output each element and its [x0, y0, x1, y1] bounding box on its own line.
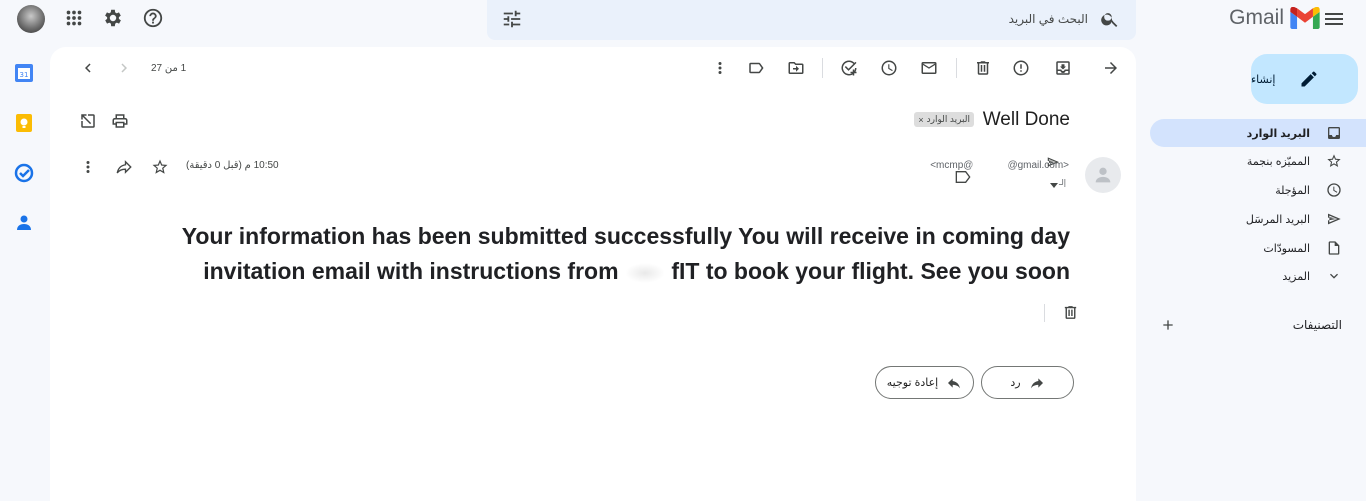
more-vert-icon[interactable] [79, 158, 97, 176]
inbox-icon [1328, 127, 1340, 139]
forward-button[interactable]: إعادة توجيه [875, 366, 974, 399]
tasks-icon[interactable] [14, 163, 34, 183]
more-vert-icon[interactable] [711, 59, 729, 77]
remove-label-icon[interactable]: × [918, 115, 923, 125]
email-subject: Well Done [982, 109, 1070, 130]
contacts-icon[interactable] [14, 213, 34, 233]
sidebar-item-label: المزيد [1282, 270, 1310, 283]
pencil-icon [1301, 71, 1317, 87]
search-input[interactable]: البحث في البريد [1009, 12, 1088, 26]
star-icon [1327, 154, 1341, 167]
app-name: Gmail [1229, 6, 1284, 29]
chevron-down-icon [1330, 273, 1338, 279]
labels-heading: التصنيفات [1292, 318, 1342, 332]
newer-chevron-icon[interactable] [115, 59, 133, 77]
sender-email-start: <mcmp@ [930, 160, 974, 171]
keep-icon[interactable] [14, 113, 34, 133]
forward-label: إعادة توجيه [886, 377, 939, 389]
reply-arrow-icon [1030, 377, 1043, 388]
print-icon[interactable] [111, 112, 129, 130]
sidebar-item-inbox[interactable]: البريد الوارد [1150, 119, 1366, 147]
tune-icon[interactable] [501, 8, 523, 30]
open-new-window-icon[interactable] [79, 112, 97, 130]
sidebar-item-snoozed[interactable]: المؤجلة [1150, 176, 1366, 204]
snooze-icon[interactable] [880, 59, 898, 77]
sender-email-end: @gmail.com> [1007, 160, 1069, 171]
inbox-label-chip[interactable]: البريد الوارد × [914, 112, 974, 127]
help-icon[interactable] [142, 7, 166, 31]
compose-label: إنشاء [1251, 73, 1276, 86]
reply-icon[interactable] [115, 158, 133, 176]
sidebar-item-label: المميّزه بنجمة [1246, 155, 1310, 168]
account-avatar[interactable] [17, 5, 45, 33]
body-line-2-start: invitation email with instructions from [203, 258, 619, 284]
email-timestamp: 10:50 م (قبل 0 دقيقة) [186, 160, 279, 171]
gmail-logo[interactable]: Gmail [1224, 5, 1320, 31]
add-to-tasks-icon[interactable] [840, 59, 858, 77]
body-line-2-end: fIT to book your flight. See you soon [671, 258, 1070, 284]
recipient-line: إلـ [1058, 178, 1066, 187]
forward-arrow-icon [948, 377, 961, 388]
add-label-icon[interactable] [1160, 317, 1176, 333]
older-chevron-icon[interactable] [79, 59, 97, 77]
sidebar-item-label: البريد الوارد [1246, 127, 1310, 140]
clock-icon [1327, 183, 1341, 197]
reply-label: رد [1010, 377, 1021, 389]
report-spam-icon[interactable] [1012, 59, 1030, 77]
redacted-text [624, 262, 665, 283]
back-arrow-icon[interactable] [1102, 59, 1120, 77]
apps-icon[interactable] [63, 7, 87, 31]
settings-icon[interactable] [102, 7, 126, 31]
delete-icon[interactable] [974, 59, 992, 77]
move-to-icon[interactable] [787, 59, 805, 77]
recipient-details-dropdown-icon[interactable] [1049, 180, 1059, 190]
delete-icon[interactable] [1062, 304, 1080, 322]
compose-button[interactable]: إنشاء [1251, 54, 1358, 104]
svg-text:31: 31 [20, 71, 29, 79]
body-line-1: Your information has been submitted succ… [181, 223, 1070, 249]
body-line-2: invitation email with instructions from … [110, 254, 1070, 289]
send-icon [1328, 213, 1341, 225]
sidebar-item-sent[interactable]: البريد المرسَل [1150, 205, 1366, 233]
main-menu-icon[interactable] [1322, 7, 1346, 31]
sidebar-item-label: المؤجلة [1275, 184, 1310, 197]
draft-icon [1328, 241, 1340, 255]
sidebar-item-label: المسودّات [1263, 242, 1310, 255]
calendar-icon[interactable]: 31 [14, 63, 34, 83]
sender-email[interactable]: <mcmp@ @gmail.com> [930, 160, 1069, 171]
move-to-inbox-icon[interactable] [1054, 59, 1072, 77]
sender-avatar[interactable] [1085, 157, 1121, 193]
divider [1044, 304, 1045, 322]
label-important-icon[interactable] [955, 171, 971, 183]
email-body: Your information has been submitted succ… [110, 219, 1070, 289]
toolbar-divider [956, 58, 957, 78]
sidebar-item-more[interactable]: المزيد [1150, 262, 1366, 290]
search-icon[interactable] [1100, 9, 1120, 29]
toolbar-divider [822, 58, 823, 78]
label-icon[interactable] [747, 59, 765, 77]
reply-button[interactable]: رد [981, 366, 1074, 399]
mark-unread-icon[interactable] [920, 59, 938, 77]
pager-count: 1 من 27 [151, 63, 187, 74]
search-bar[interactable]: البحث في البريد [487, 0, 1136, 40]
sidebar-item-starred[interactable]: المميّزه بنجمة [1150, 147, 1366, 175]
gmail-m-icon [1290, 7, 1320, 29]
label-chip-text: البريد الوارد [926, 114, 970, 124]
redacted-text [973, 160, 1008, 170]
sidebar-item-drafts[interactable]: المسودّات [1150, 234, 1366, 262]
sidebar-item-label: البريد المرسَل [1245, 213, 1310, 226]
star-icon[interactable] [151, 158, 169, 176]
